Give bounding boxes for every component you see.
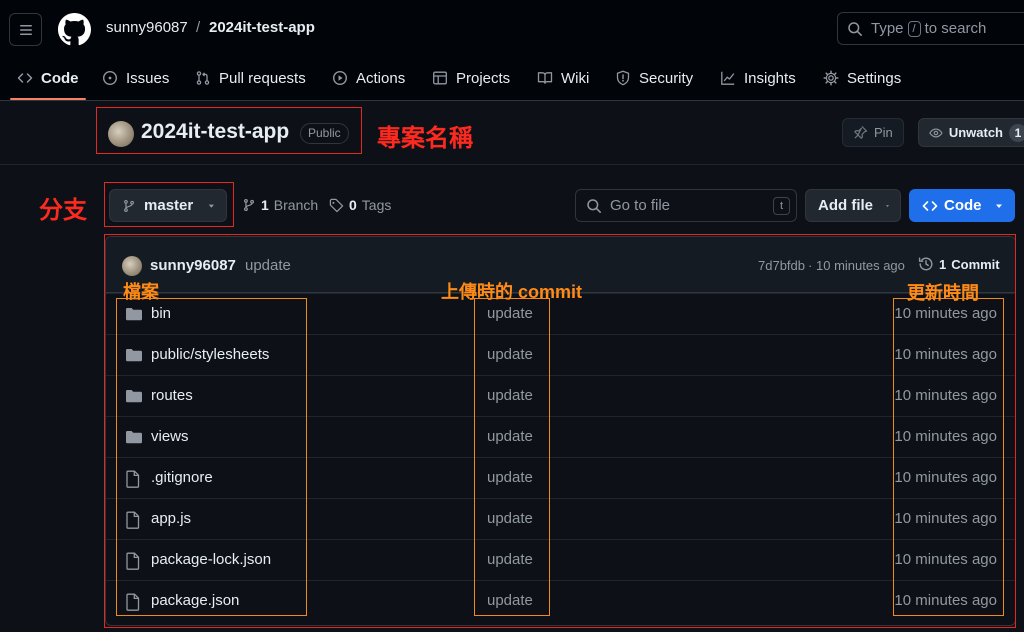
tab-label: Settings: [847, 69, 902, 87]
tab-issues[interactable]: Issues: [102, 64, 169, 92]
add-file-button[interactable]: Add file: [805, 189, 901, 222]
breadcrumb-separator: /: [196, 19, 201, 36]
updated-highlight: [893, 298, 1004, 616]
code-icon: [17, 73, 33, 83]
tab-settings[interactable]: Settings: [823, 64, 901, 92]
branch-highlight: [104, 182, 234, 227]
files-highlight: [116, 298, 307, 616]
branch-annotation: 分支: [39, 197, 87, 224]
triangle-down-icon: [886, 204, 889, 207]
tab-projects[interactable]: Projects: [432, 64, 510, 92]
play-icon: [332, 70, 348, 86]
go-to-file-placeholder: Go to file: [610, 197, 671, 214]
tags-link[interactable]: 0 Tags: [329, 197, 391, 213]
breadcrumb-owner[interactable]: sunny96087: [106, 19, 188, 36]
commit-highlight: [474, 298, 550, 616]
project-name-highlight: [96, 107, 362, 154]
git-pull-request-icon: [196, 71, 210, 85]
branch-label: Branch: [273, 197, 319, 213]
code-button[interactable]: Code: [909, 189, 1015, 222]
tab-label: Pull requests: [219, 69, 306, 87]
tab-label: Insights: [744, 69, 796, 87]
hamburger-icon: [19, 24, 32, 35]
pin-label: Pin: [874, 125, 893, 140]
pin-icon: [854, 125, 868, 139]
tab-code[interactable]: Code: [17, 64, 79, 92]
branch-count: 1: [261, 197, 269, 213]
pin-button[interactable]: Pin: [842, 118, 904, 147]
tab-label: Code: [41, 69, 79, 87]
tab-wiki[interactable]: Wiki: [537, 64, 589, 92]
book-icon: [537, 72, 553, 84]
tag-label: Tags: [361, 197, 392, 213]
tab-label: Issues: [126, 69, 170, 87]
issue-opened-icon: [102, 70, 118, 86]
git-branch-icon: [244, 198, 254, 212]
tab-label: Actions: [356, 69, 406, 87]
gear-icon: [823, 70, 839, 86]
project-name-annotation: 專案名稱: [377, 125, 473, 152]
tab-insights[interactable]: Insights: [720, 64, 796, 92]
tag-icon: [329, 198, 344, 212]
go-to-file-input[interactable]: Go to file t: [575, 189, 797, 222]
tab-label: Wiki: [561, 69, 590, 87]
code-icon: [922, 200, 938, 211]
menu-button[interactable]: [9, 13, 42, 46]
unwatch-label: Unwatch: [948, 125, 1003, 140]
add-file-label: Add file: [818, 197, 873, 214]
divider: [0, 164, 1024, 165]
table-icon: [433, 71, 447, 85]
search-icon: [848, 21, 862, 36]
tab-label: Projects: [456, 69, 511, 87]
code-button-label: Code: [944, 197, 982, 214]
watch-count: 1: [1009, 123, 1024, 142]
global-header: sunny96087 / 2024it-test-app Type / to s…: [0, 0, 1024, 101]
search-shortcut-key: /: [907, 20, 921, 37]
unwatch-button[interactable]: Unwatch 1: [918, 118, 1024, 147]
eye-icon: [929, 128, 943, 137]
github-logo-icon[interactable]: [58, 13, 91, 46]
tab-pull-requests[interactable]: Pull requests: [195, 64, 306, 92]
branches-link[interactable]: 1 Branch: [242, 197, 318, 213]
search-suffix: to search: [924, 20, 987, 37]
graph-icon: [721, 71, 735, 85]
selected-tab-indicator: [10, 98, 86, 100]
search-input[interactable]: Type / to search: [837, 12, 1024, 45]
shield-icon: [616, 70, 630, 86]
tab-label: Security: [639, 69, 694, 87]
triangle-down-icon: [995, 204, 1002, 208]
search-icon: [587, 198, 601, 213]
tab-actions[interactable]: Actions: [332, 64, 405, 92]
tab-security[interactable]: Security: [615, 64, 693, 92]
tag-count: 0: [349, 197, 357, 213]
breadcrumb-repo[interactable]: 2024it-test-app: [209, 19, 315, 36]
go-to-file-shortcut: t: [773, 197, 790, 215]
search-prefix: Type: [871, 20, 904, 37]
